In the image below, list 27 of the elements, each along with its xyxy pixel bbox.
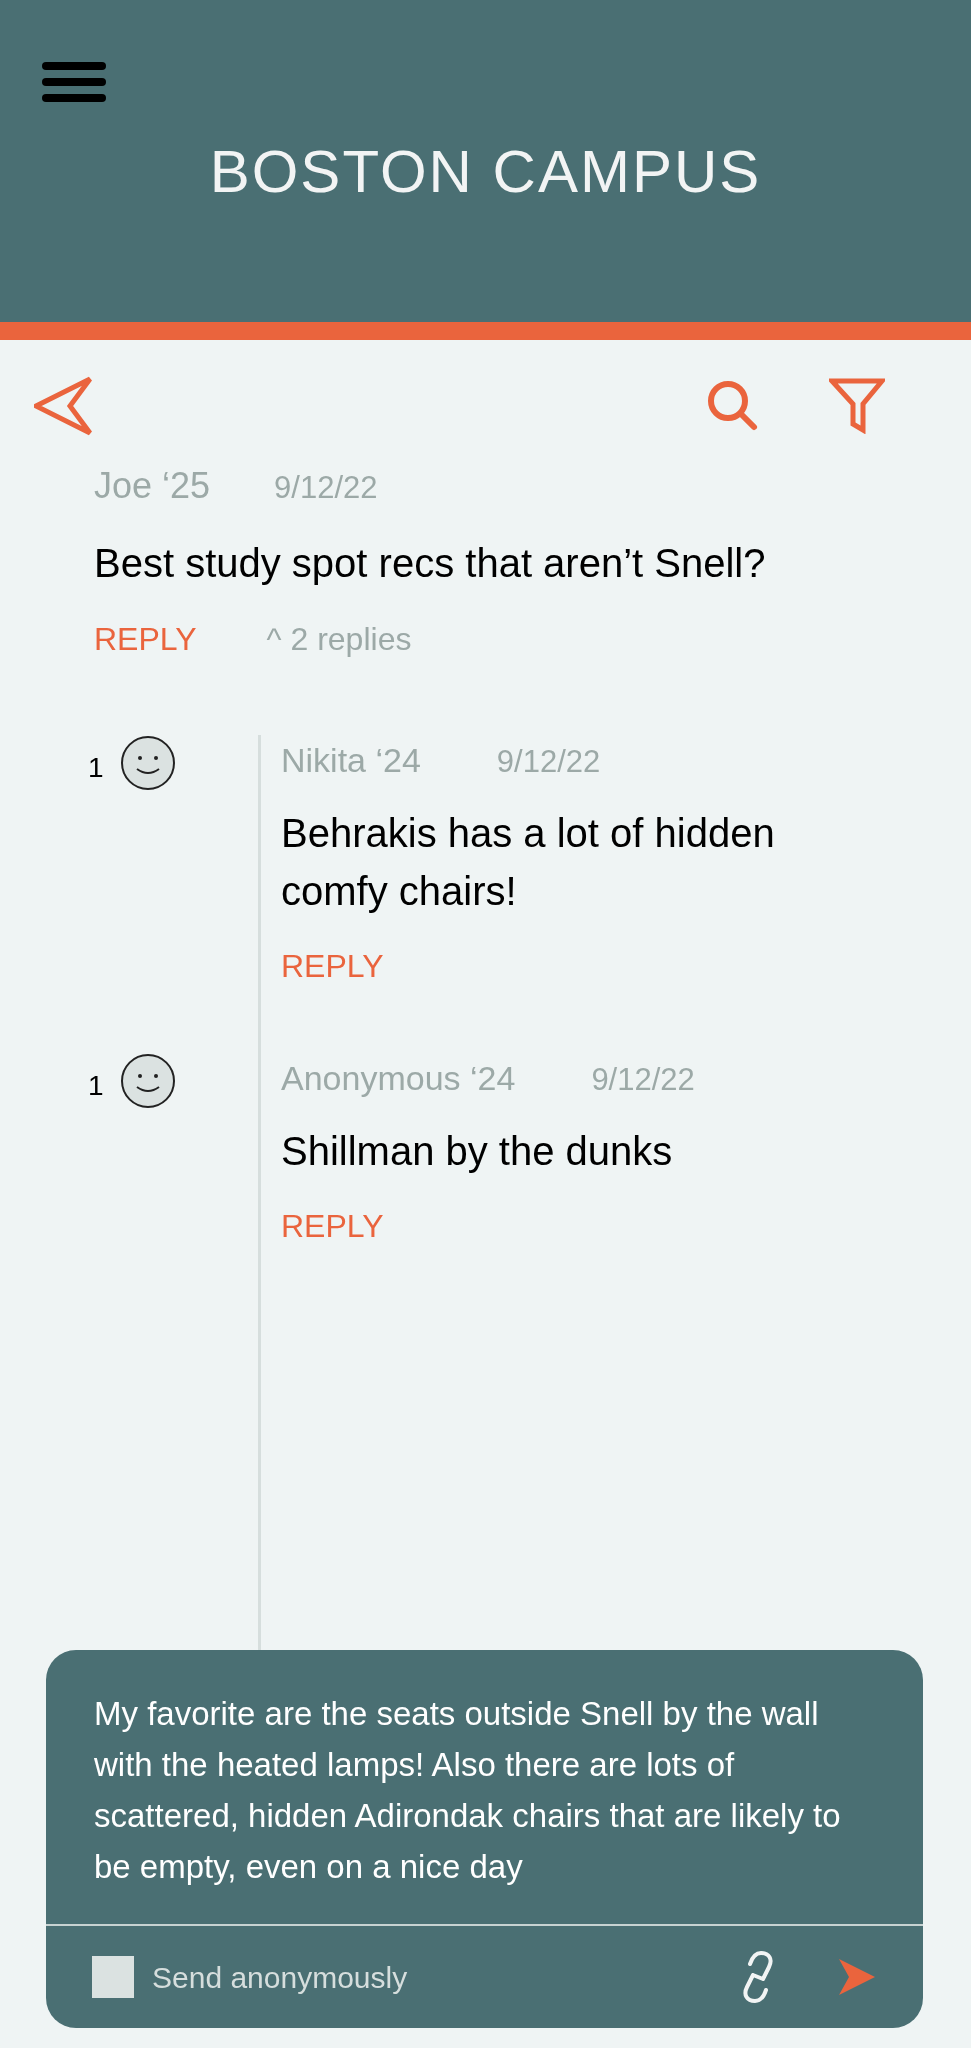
message-field[interactable]: My favorite are the seats outside Snell by the wall with the heated lamps! Also there are lots of scattered, hidden Adirondak chairs that are likely to be empty, even on a nice day xyxy=(46,1650,923,1924)
author-name: Joe ‘25 xyxy=(94,464,211,508)
page-title: BOSTON CAMPUS xyxy=(209,142,762,202)
smiley-icon[interactable] xyxy=(119,1053,176,1109)
smiley-icon[interactable] xyxy=(119,735,176,791)
menu-icon[interactable] xyxy=(42,60,106,104)
replies-toggle[interactable]: ^ 2 replies xyxy=(266,615,412,663)
post-date: 9/12/22 xyxy=(274,469,378,507)
send-icon[interactable] xyxy=(837,1957,877,1997)
vote-count: 1 xyxy=(88,1069,104,1103)
author-name: Anonymous ‘24 xyxy=(281,1058,516,1099)
reply-link[interactable]: REPLY xyxy=(281,1202,384,1250)
vote-count: 1 xyxy=(88,751,104,785)
back-icon[interactable] xyxy=(34,375,92,437)
author-name: Nikita ‘24 xyxy=(281,740,421,781)
anonymous-checkbox[interactable] xyxy=(92,1956,134,1998)
reply-date: 9/12/22 xyxy=(496,743,601,781)
link-icon[interactable] xyxy=(741,1949,775,2005)
search-icon[interactable] xyxy=(707,380,759,432)
reply-link[interactable]: REPLY xyxy=(94,615,197,663)
post-text: Best study spot recs that aren’t Snell? xyxy=(94,540,767,587)
reply-link[interactable]: REPLY xyxy=(281,942,384,990)
anonymous-label: Send anonymously xyxy=(152,1959,408,1996)
reply-text: Shillman by the dunks xyxy=(281,1128,674,1175)
reply-text: Behrakis has a lot of hidden comfy chairs! xyxy=(281,810,776,915)
filter-icon[interactable] xyxy=(829,378,885,434)
reply-date: 9/12/22 xyxy=(591,1061,695,1099)
